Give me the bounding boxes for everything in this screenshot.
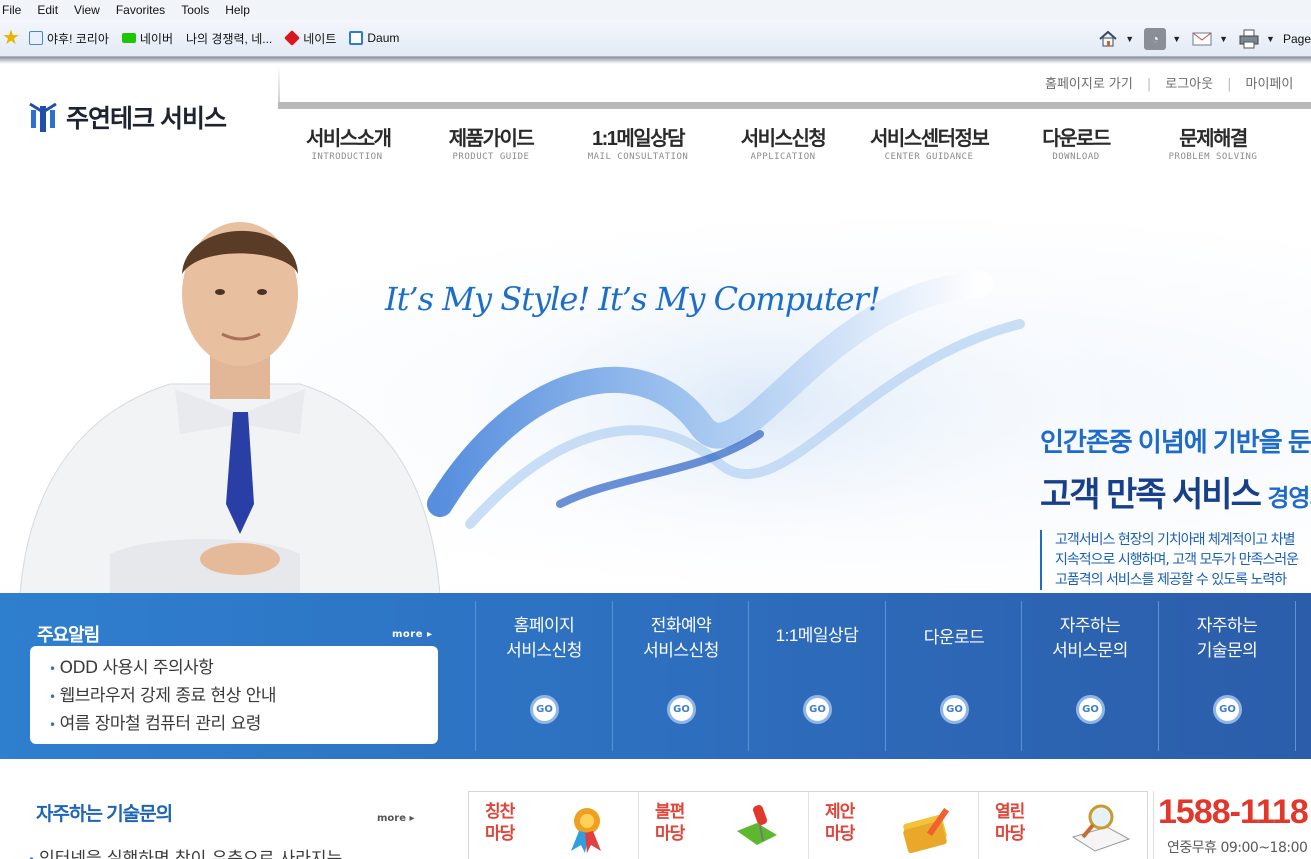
- ie-page-icon: [29, 31, 43, 45]
- link-go-home[interactable]: 홈페이지로 가기: [1045, 77, 1133, 92]
- faq-more-link[interactable]: more ▸: [377, 813, 415, 824]
- hero-headline-2: 고객 만족 서비스 경영의: [1040, 476, 1311, 514]
- nav-download[interactable]: 다운로드 DOWNLOAD: [1036, 122, 1116, 162]
- menu-tools[interactable]: Tools: [181, 3, 209, 17]
- quick-tech-faq[interactable]: 자주하는 기술문의 GO: [1158, 601, 1295, 751]
- favorite-nate[interactable]: 네이트: [284, 30, 336, 47]
- quick-service-band: 주요알림 more ▸ • ODD 사용시 주의사항 • 웹브라우저 강제 종료 현…: [0, 593, 1311, 759]
- divider: |: [1227, 77, 1232, 92]
- bullet-icon: •: [49, 690, 56, 704]
- community-board-links: 칭찬 마당 불편 마당 제안 마당 열린 마당: [468, 791, 1148, 859]
- complaint-board-link[interactable]: 불편 마당: [639, 792, 809, 859]
- hero-headline-1: 인간존중 이념에 기반을 둔: [1040, 427, 1311, 457]
- menu-view[interactable]: View: [74, 3, 100, 17]
- praise-board-link[interactable]: 칭찬 마당: [469, 792, 639, 859]
- print-icon[interactable]: [1238, 28, 1260, 50]
- call-center-phone: 1588-1118: [1158, 793, 1309, 831]
- nate-icon: [284, 30, 301, 46]
- pushpin-icon: [737, 805, 777, 845]
- quick-homepage-service-request[interactable]: 홈페이지 서비스신청 GO: [475, 601, 612, 751]
- link-mypage[interactable]: 마이페이: [1245, 77, 1293, 92]
- divider: |: [1146, 77, 1152, 92]
- page-menu[interactable]: Page: [1283, 32, 1311, 46]
- menu-file[interactable]: File: [2, 3, 21, 17]
- favorite-yahoo-korea[interactable]: 야후! 코리아: [29, 30, 109, 47]
- home-dropdown-icon[interactable]: ▼: [1125, 34, 1134, 44]
- go-button[interactable]: GO: [667, 695, 696, 724]
- main-navigation: 서비스소개 INTRODUCTION 제품가이드 PRODUCT GUIDE 1…: [280, 122, 1311, 167]
- nav-top-rule: [278, 66, 1311, 109]
- bullet-icon: •: [28, 853, 35, 859]
- quick-column-edge: [1295, 601, 1311, 751]
- utility-links: 홈페이지로 가기 | 로그아웃 | 마이페이: [1045, 73, 1293, 92]
- logo-text: 주연테크 서비스: [66, 105, 227, 133]
- quick-service-faq[interactable]: 자주하는 서비스문의 GO: [1021, 601, 1158, 751]
- naver-icon: [121, 33, 136, 43]
- print-dropdown-icon[interactable]: ▼: [1266, 34, 1275, 44]
- feeds-dropdown-icon[interactable]: ▼: [1172, 34, 1181, 44]
- ribbon-icon: [571, 808, 601, 853]
- call-center-box: 1588-1118 연중무휴 09:00~18:00: [1153, 791, 1311, 859]
- menu-help[interactable]: Help: [225, 3, 250, 17]
- favorites-bar: ★ 야후! 코리아 네이버 나의 경쟁력, 네... 네이트 Daum ▼ ◔ …: [0, 20, 1311, 57]
- hero-banner: It’s My Style! It’s My Computer! 인간존중 이념…: [0, 174, 1311, 594]
- go-button[interactable]: GO: [1213, 695, 1242, 724]
- notice-more-link[interactable]: more ▸: [392, 629, 433, 640]
- home-icon[interactable]: [1097, 28, 1119, 50]
- favorites-star-icon[interactable]: ★: [2, 27, 24, 49]
- mail-icon[interactable]: [1191, 28, 1213, 50]
- notice-item[interactable]: • 웹브라우저 강제 종료 현상 안내: [49, 683, 438, 711]
- quick-download[interactable]: 다운로드 GO: [885, 601, 1022, 751]
- logo-mark-icon: [28, 100, 58, 134]
- hero-description: 고객서비스 현장의 기치아래 체계적이고 차별 지속적으로 시행하며, 고객 모…: [1040, 530, 1311, 590]
- rss-feed-icon[interactable]: ◔: [1144, 27, 1167, 50]
- site-logo[interactable]: 주연테크 서비스: [28, 99, 227, 135]
- notice-item[interactable]: • ODD 사용시 주의사항: [49, 655, 438, 683]
- open-board-link[interactable]: 열린 마당: [979, 792, 1149, 859]
- memo-pencil-icon: [903, 807, 950, 853]
- notice-list: • ODD 사용시 주의사항 • 웹브라우저 강제 종료 현상 안내 • 여름 장마철…: [30, 646, 438, 744]
- favorite-competitiveness[interactable]: 나의 경쟁력, 네...: [186, 30, 272, 47]
- bullet-icon: •: [49, 662, 56, 676]
- menu-edit[interactable]: Edit: [37, 3, 58, 17]
- mail-dropdown-icon[interactable]: ▼: [1219, 34, 1228, 44]
- favorite-daum[interactable]: Daum: [349, 31, 399, 45]
- chrome-divider: [0, 57, 1311, 64]
- faq-item[interactable]: •인터넷을 실행하면 창이 우측으로 사라지는 ...: [28, 844, 364, 859]
- call-center-hours: 연중무휴 09:00~18:00: [1167, 840, 1308, 856]
- link-logout[interactable]: 로그아웃: [1165, 77, 1213, 92]
- quick-mail-consultation[interactable]: 1:1메일상담 GO: [748, 601, 885, 751]
- go-button[interactable]: GO: [940, 695, 969, 724]
- go-button[interactable]: GO: [803, 695, 832, 724]
- notice-item[interactable]: • 여름 장마철 컴퓨터 관리 요령: [49, 711, 438, 739]
- hero-slogan: It’s My Style! It’s My Computer!: [385, 280, 881, 318]
- magnifier-icon: [1071, 804, 1131, 852]
- menu-favorites[interactable]: Favorites: [116, 3, 165, 17]
- nav-mail-consultation[interactable]: 1:1메일상담 MAIL CONSULTATION: [578, 122, 698, 162]
- go-button[interactable]: GO: [530, 695, 559, 724]
- notice-title: 주요알림: [37, 625, 100, 645]
- nav-introduction[interactable]: 서비스소개 INTRODUCTION: [306, 122, 392, 162]
- nav-center-guidance[interactable]: 서비스센터정보 CENTER GUIDANCE: [870, 122, 990, 162]
- nav-problem-solving[interactable]: 문제해결 PROBLEM SOLVING: [1158, 122, 1268, 162]
- faq-title: 자주하는 기술문의: [36, 804, 173, 825]
- nav-application[interactable]: 서비스신청 APPLICATION: [740, 122, 827, 162]
- quick-phone-reservation[interactable]: 전화예약 서비스신청 GO: [612, 601, 749, 751]
- site-page: 주연테크 서비스 홈페이지로 가기 | 로그아웃 | 마이페이 서비스소개 INTROD…: [0, 64, 1311, 859]
- hero-copy: 인간존중 이념에 기반을 둔 고객 만족 서비스 경영의 고객서비스 현장의 기…: [1040, 422, 1311, 590]
- command-bar: ▼ ◔ ▼ ▼ ▼ Page: [1087, 20, 1311, 57]
- favorite-naver[interactable]: 네이버: [121, 30, 173, 47]
- go-button[interactable]: GO: [1076, 695, 1105, 724]
- bullet-icon: •: [49, 718, 56, 732]
- browser-menubar: File Edit View Favorites Tools Help: [0, 0, 1311, 20]
- nav-product-guide[interactable]: 제품가이드 PRODUCT GUIDE: [446, 122, 536, 162]
- daum-icon: [349, 31, 364, 45]
- man-in-shirt-image: [19, 222, 440, 594]
- suggestion-board-link[interactable]: 제안 마당: [809, 792, 979, 859]
